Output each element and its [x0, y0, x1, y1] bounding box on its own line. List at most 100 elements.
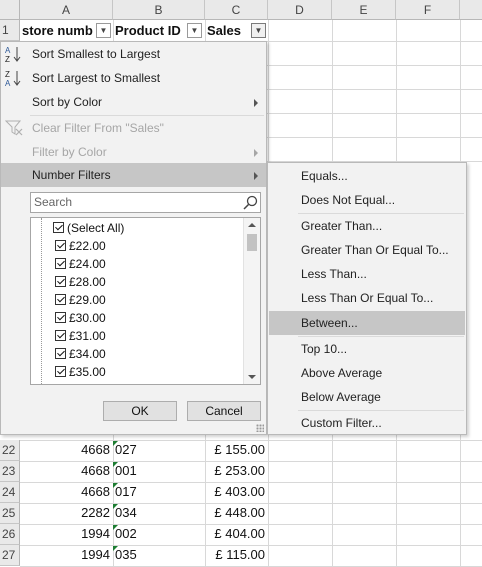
checkbox[interactable]: [55, 366, 66, 377]
checkbox[interactable]: [55, 294, 66, 305]
cell-sales[interactable]: £ 253.00: [205, 461, 268, 481]
ok-button[interactable]: OK: [103, 401, 177, 421]
checkbox[interactable]: [53, 222, 64, 233]
cell-product-id[interactable]: 002: [113, 524, 205, 544]
cell-store-number[interactable]: 4668: [20, 461, 113, 481]
row-header-1[interactable]: 1: [0, 20, 20, 41]
cell-sales[interactable]: £ 115.00: [205, 545, 268, 565]
list-item[interactable]: £22.00: [55, 237, 106, 255]
cell-product-id[interactable]: 017: [113, 482, 205, 502]
cell-store-number[interactable]: 4668: [20, 482, 113, 502]
cell-store-number[interactable]: 2282: [20, 503, 113, 523]
cell-product-id[interactable]: 035: [113, 545, 205, 565]
menu-item-does-not-equal[interactable]: Does Not Equal...: [269, 188, 465, 212]
cell-store-number[interactable]: 1994: [20, 524, 113, 544]
checkbox[interactable]: [55, 240, 66, 251]
list-item[interactable]: £29.00: [55, 291, 106, 309]
list-item[interactable]: £28.00: [55, 273, 106, 291]
list-item-label: £31.00: [69, 329, 106, 343]
sort-descending-label: Sort Largest to Smallest: [32, 71, 161, 85]
header-cell-sales[interactable]: Sales: [205, 20, 253, 41]
sort-by-color-label: Sort by Color: [32, 95, 103, 109]
sort-ascending-icon: A Z: [5, 45, 23, 64]
row-header[interactable]: 22: [0, 440, 20, 461]
number-filters-submenu: Equals... Does Not Equal... Greater Than…: [267, 162, 467, 435]
menu-item-less-than[interactable]: Less Than...: [269, 262, 465, 286]
svg-text:A: A: [5, 46, 11, 55]
checkbox[interactable]: [55, 258, 66, 269]
list-item[interactable]: £30.00: [55, 309, 106, 327]
svg-text:Z: Z: [5, 55, 10, 63]
autofilter-menu: A Z Sort Smallest to Largest Z A Sort La…: [0, 41, 267, 435]
sort-ascending-item[interactable]: A Z Sort Smallest to Largest: [1, 42, 266, 66]
column-header-a[interactable]: A: [20, 0, 113, 20]
checkbox[interactable]: [55, 312, 66, 323]
list-item[interactable]: £34.00: [55, 345, 106, 363]
filter-search-input[interactable]: Search: [30, 192, 261, 213]
list-item[interactable]: £31.00: [55, 327, 106, 345]
list-item-label: £24.00: [69, 257, 106, 271]
sort-descending-item[interactable]: Z A Sort Largest to Smallest: [1, 66, 266, 90]
list-scrollbar[interactable]: [243, 218, 260, 384]
row-header[interactable]: 24: [0, 482, 20, 503]
column-header-f[interactable]: F: [396, 0, 460, 20]
filter-by-color-label: Filter by Color: [32, 145, 107, 159]
submenu-arrow-icon: [254, 149, 258, 157]
list-item-label: (Select All): [67, 221, 125, 235]
cancel-button[interactable]: Cancel: [187, 401, 261, 421]
menu-item-between[interactable]: Between...: [269, 311, 465, 335]
resize-grip-icon[interactable]: [256, 424, 264, 432]
column-header-d[interactable]: D: [268, 0, 332, 20]
checkbox[interactable]: [55, 276, 66, 287]
scroll-thumb[interactable]: [247, 234, 257, 251]
cell-sales[interactable]: £ 155.00: [205, 440, 268, 460]
checkbox[interactable]: [55, 348, 66, 359]
cell-product-id[interactable]: 027: [113, 440, 205, 460]
row-header[interactable]: 27: [0, 545, 20, 566]
sort-ascending-label: Sort Smallest to Largest: [32, 47, 161, 61]
checkbox[interactable]: [55, 330, 66, 341]
filter-dropdown-sales-button[interactable]: ▼: [251, 23, 266, 38]
row-header[interactable]: 23: [0, 461, 20, 482]
column-header-b[interactable]: B: [113, 0, 205, 20]
cell-sales[interactable]: £ 404.00: [205, 524, 268, 544]
menu-item-top-10[interactable]: Top 10...: [269, 337, 465, 361]
menu-item-greater-than[interactable]: Greater Than...: [269, 214, 465, 238]
scroll-down-icon[interactable]: [248, 375, 256, 379]
column-header-g[interactable]: [460, 0, 482, 20]
list-item[interactable]: £24.00: [55, 255, 106, 273]
list-item-label: £22.00: [69, 239, 106, 253]
cell-product-id[interactable]: 034: [113, 503, 205, 523]
row-header[interactable]: 26: [0, 524, 20, 545]
list-item-select-all[interactable]: (Select All): [53, 219, 124, 237]
filter-dropdown-store-button[interactable]: ▼: [96, 23, 111, 38]
scroll-up-icon[interactable]: [248, 223, 256, 227]
list-item-label: £29.00: [69, 293, 106, 307]
list-item-label: £28.00: [69, 275, 106, 289]
cell-sales[interactable]: £ 448.00: [205, 503, 268, 523]
menu-item-custom-filter[interactable]: Custom Filter...: [269, 411, 465, 435]
number-filters-item[interactable]: Number Filters: [1, 163, 266, 187]
cell-product-id[interactable]: 001: [113, 461, 205, 481]
menu-item-above-average[interactable]: Above Average: [269, 361, 465, 385]
sort-by-color-item[interactable]: Sort by Color: [1, 90, 266, 114]
menu-item-greater-than-or-equal[interactable]: Greater Than Or Equal To...: [269, 238, 465, 262]
menu-item-less-than-or-equal[interactable]: Less Than Or Equal To...: [269, 286, 465, 310]
header-cell-store-number[interactable]: store numb: [20, 20, 98, 41]
filter-values-list[interactable]: (Select All) £22.00 £24.00 £28.00 £29.00…: [30, 217, 261, 385]
header-cell-product-id[interactable]: Product ID: [113, 20, 187, 41]
filter-dropdown-product-button[interactable]: ▼: [187, 23, 202, 38]
cell-store-number[interactable]: 1994: [20, 545, 113, 565]
clear-filter-item: Clear Filter From "Sales": [1, 116, 266, 140]
clear-filter-icon: [4, 119, 23, 137]
column-header-c[interactable]: C: [205, 0, 268, 20]
list-item[interactable]: £35.00: [55, 363, 106, 381]
cell-store-number[interactable]: 4668: [20, 440, 113, 460]
menu-item-equals[interactable]: Equals...: [269, 164, 465, 188]
column-header-e[interactable]: E: [332, 0, 396, 20]
select-all-corner[interactable]: [0, 0, 20, 20]
submenu-arrow-icon: [254, 99, 258, 107]
cell-sales[interactable]: £ 403.00: [205, 482, 268, 502]
menu-item-below-average[interactable]: Below Average: [269, 385, 465, 409]
row-header[interactable]: 25: [0, 503, 20, 524]
